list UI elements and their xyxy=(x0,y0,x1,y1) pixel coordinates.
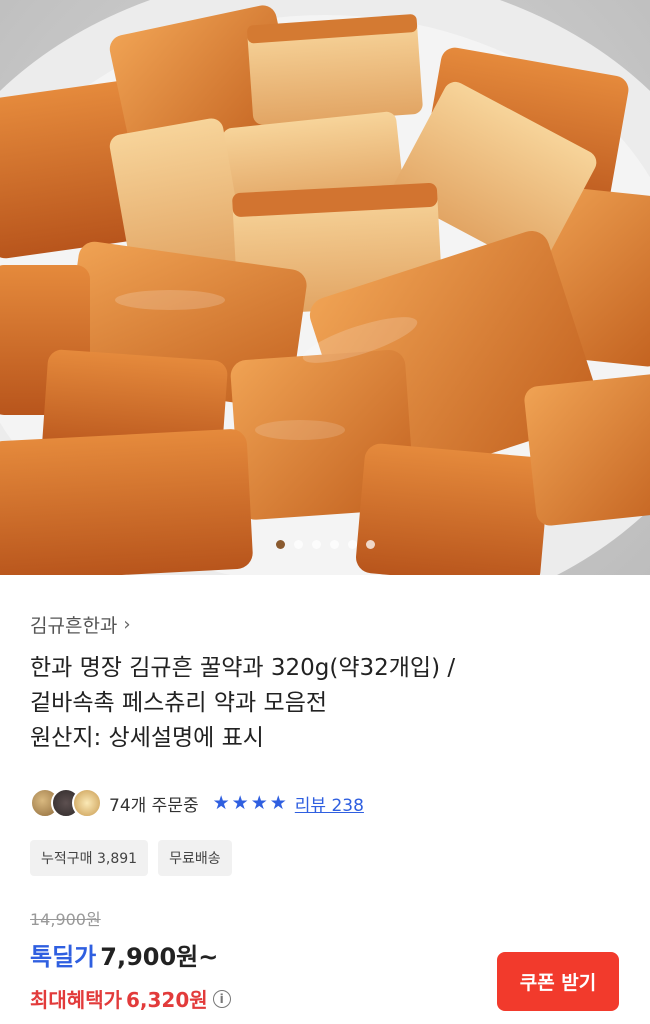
carousel-dot[interactable] xyxy=(347,540,357,549)
product-title: 한과 명장 김규흔 꿀약과 320g(약32개입) / 겉바속촉 페스츄리 약과… xyxy=(30,651,630,756)
sale-price: 7,900원~ xyxy=(100,943,219,971)
carousel-dot[interactable] xyxy=(329,540,339,549)
carousel-dot[interactable] xyxy=(293,540,303,549)
product-title-line: 원산지: 상세설명에 표시 xyxy=(30,725,264,751)
social-proof: 74개 주문중 ★ ★ ★ ★ 리뷰 238 xyxy=(30,788,364,818)
review-link[interactable]: 리뷰 238 xyxy=(295,791,364,816)
brand-link[interactable]: 김규흔한과 › xyxy=(30,611,131,638)
carousel-indicator[interactable] xyxy=(0,540,650,549)
star-icon: ★ xyxy=(231,792,249,814)
max-benefit-price: 6,320원 xyxy=(126,988,208,1012)
avatar xyxy=(72,788,102,818)
orders-count: 74개 주문중 xyxy=(109,795,199,816)
carousel-dot[interactable] xyxy=(365,540,375,549)
yakgwa-illustration xyxy=(0,0,650,575)
carousel-dot[interactable] xyxy=(275,540,285,549)
product-title-line: 겉바속촉 페스츄리 약과 모음전 xyxy=(30,690,328,716)
star-icon: ★ xyxy=(250,792,268,814)
product-info: 김규흔한과 › 한과 명장 김규흔 꿀약과 320g(약32개입) / 겉바속촉… xyxy=(0,575,650,1024)
max-benefit-label: 최대혜택가 xyxy=(30,988,122,1012)
product-tags: 누적구매 3,891 무료배송 xyxy=(30,840,232,876)
star-icon: ★ xyxy=(269,792,287,814)
original-price: 14,900원 xyxy=(30,910,101,929)
buyer-avatars xyxy=(30,788,102,818)
brand-name[interactable]: 김규흔한과 xyxy=(30,611,117,638)
max-benefit-row: 최대혜택가 6,320원 i xyxy=(30,984,231,1013)
info-circle-icon[interactable]: i xyxy=(212,989,231,1008)
rating-stars: ★ ★ ★ ★ xyxy=(213,792,287,814)
coupon-button[interactable]: 쿠폰 받기 xyxy=(497,952,619,1011)
product-title-line: 한과 명장 김규흔 꿀약과 320g(약32개입) / xyxy=(30,655,456,681)
sale-price-row: 톡딜가 7,900원~ xyxy=(30,937,218,972)
carousel-dot[interactable] xyxy=(311,540,321,549)
sale-label: 톡딜가 xyxy=(30,943,97,971)
chevron-right-icon[interactable]: › xyxy=(123,614,130,635)
star-icon: ★ xyxy=(212,792,230,814)
tag-cumulative-purchases: 누적구매 3,891 xyxy=(30,840,149,876)
tag-free-shipping: 무료배송 xyxy=(158,840,232,876)
product-image[interactable] xyxy=(0,0,650,575)
